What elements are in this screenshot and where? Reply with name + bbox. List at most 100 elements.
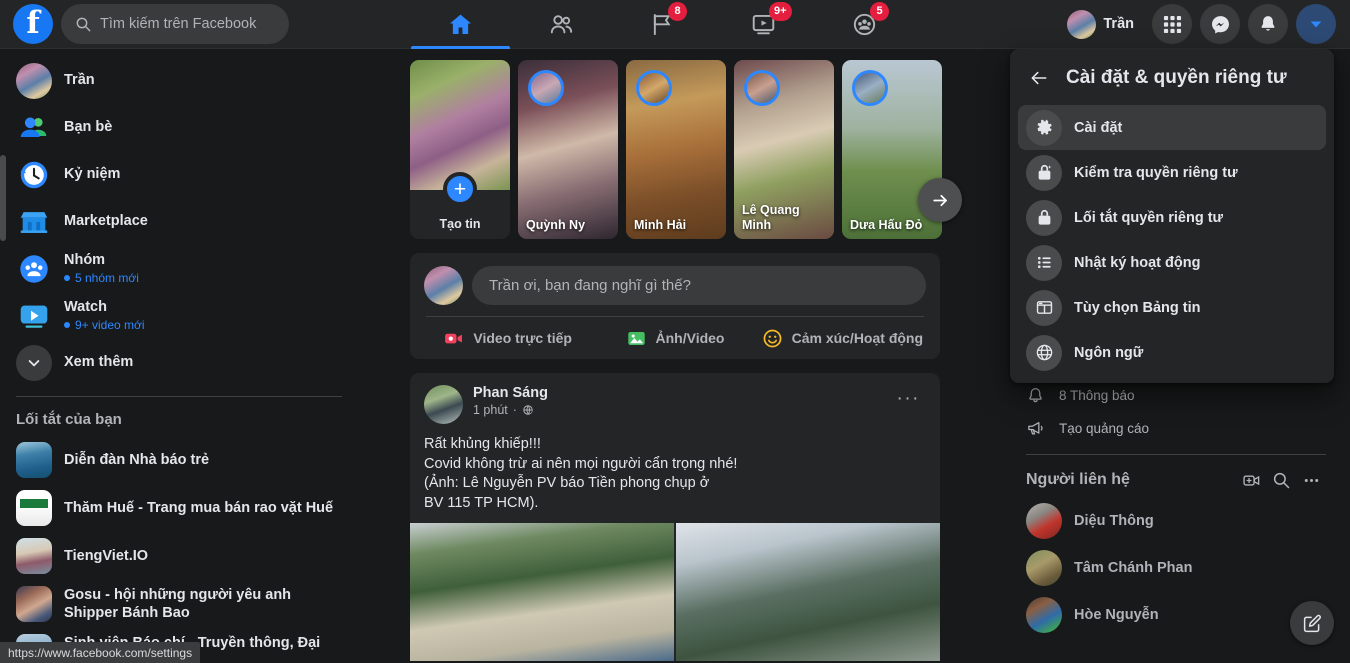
settings-item-activity-log[interactable]: Nhật ký hoạt động [1018, 240, 1326, 285]
list-item[interactable]: Thăm Huế - Trang mua bán rao vặt Huế [8, 484, 352, 532]
story-card[interactable]: Lê Quang Minh [734, 60, 834, 239]
video-room-icon[interactable] [1236, 465, 1266, 495]
live-video-button[interactable]: Video trực tiếp [424, 317, 591, 359]
stories-next-button[interactable] [918, 178, 962, 222]
list-item[interactable]: Hòe Nguyễn [1018, 591, 1334, 638]
settings-item-label: Tùy chọn Bảng tin [1074, 299, 1201, 316]
settings-item-privacy-shortcuts[interactable]: Lối tắt quyền riêng tư [1018, 195, 1326, 240]
post-image[interactable] [676, 523, 940, 662]
nav-tab-friends[interactable] [511, 0, 612, 49]
gear-icon [1026, 109, 1062, 146]
topbar-right-section: Trần [1065, 4, 1350, 44]
nav-tab-home[interactable] [410, 0, 511, 49]
search-input[interactable]: Tìm kiếm trên Facebook [61, 4, 289, 44]
sidebar-item-profile[interactable]: Trần [8, 57, 352, 104]
shortcut-label: Gosu - hội những người yêu anh Shipper B… [64, 587, 292, 622]
sidebar-item-label: Xem thêm [64, 354, 134, 371]
composer-row: Trần ơi, bạn đang nghĩ gì thế? [424, 266, 926, 305]
post-author-name[interactable]: Phan Sáng [473, 385, 891, 401]
topbar-left-section: Tìm kiếm trên Facebook [0, 4, 410, 44]
facebook-logo-icon[interactable] [13, 4, 53, 44]
sidebar-item-memories[interactable]: Kỷ niệm [8, 151, 352, 198]
story-card[interactable]: Quỳnh Ny [518, 60, 618, 239]
story-author: Minh Hải [634, 217, 687, 232]
avatar [1067, 9, 1097, 39]
sidebar-item-label: Trần [64, 72, 95, 89]
list-item[interactable]: Diễn đàn Nhà báo trẻ [8, 436, 352, 484]
composer-actions: Video trực tiếp Ảnh/Video Cảm xúc/Hoạt đ… [424, 317, 926, 359]
sidebar-item-see-more[interactable]: Xem thêm [8, 339, 352, 386]
search-icon[interactable] [1266, 465, 1296, 495]
post-image[interactable] [410, 523, 674, 662]
settings-item-language[interactable]: Ngôn ngữ [1018, 330, 1326, 375]
list-item[interactable]: Gosu - hội những người yêu anh Shipper B… [8, 580, 352, 628]
nav-tab-groups[interactable]: 5 [814, 0, 915, 49]
feeling-activity-button[interactable]: Cảm xúc/Hoạt động [759, 317, 926, 359]
bell-icon [1258, 14, 1278, 34]
settings-item-label: Kiểm tra quyền riêng tư [1074, 164, 1238, 181]
sidebar-item-label: Watch [64, 299, 107, 316]
avatar[interactable] [424, 266, 463, 305]
sidebar-item-groups[interactable]: Nhóm 5 nhóm mới [8, 245, 352, 292]
browser-status-bar: https://www.facebook.com/settings [0, 642, 201, 663]
avatar[interactable] [424, 385, 463, 424]
photo-video-button[interactable]: Ảnh/Video [591, 317, 758, 359]
avatar [852, 70, 888, 106]
account-profile-button[interactable]: Trần [1065, 8, 1144, 41]
list-item[interactable]: Diệu Thông [1018, 497, 1334, 544]
list-item[interactable]: Tâm Chánh Phan [1018, 544, 1334, 591]
settings-item-cai-dat[interactable]: Cài đặt [1018, 105, 1326, 150]
more-options-icon[interactable] [1296, 465, 1326, 495]
top-navigation-bar: Tìm kiếm trên Facebook [0, 0, 1350, 49]
sidebar-item-friends[interactable]: Bạn bè [8, 104, 352, 151]
photo-video-icon [626, 328, 647, 349]
post-time-text: 1 phút [473, 403, 508, 417]
sidebar-scrollbar[interactable] [0, 155, 6, 241]
compose-message-icon [1302, 613, 1323, 634]
sidebar-divider [16, 396, 342, 397]
back-button[interactable] [1022, 61, 1056, 95]
list-icon [1026, 244, 1062, 281]
settings-panel-header: Cài đặt & quyền riêng tư [1018, 57, 1326, 105]
notifications-shortcut[interactable]: 8 Thông báo [1018, 379, 1334, 412]
contacts-header: Người liên hệ [1018, 459, 1334, 497]
post-media-gallery[interactable] [410, 523, 940, 662]
bell-icon [1026, 386, 1045, 405]
create-ad-shortcut[interactable]: Tạo quảng cáo [1018, 412, 1334, 445]
nav-tab-watch[interactable]: 9+ [713, 0, 814, 49]
nav-tab-pages[interactable]: 8 [612, 0, 713, 49]
more-options-icon[interactable]: ··· [891, 385, 926, 412]
story-card[interactable]: Minh Hải [626, 60, 726, 239]
apps-menu-button[interactable] [1152, 4, 1192, 44]
settings-item-label: Cài đặt [1074, 119, 1123, 136]
notifications-shortcut-label: 8 Thông báo [1059, 388, 1135, 403]
new-message-button[interactable] [1290, 601, 1334, 645]
settings-privacy-panel: Cài đặt & quyền riêng tư Cài đặt Kiểm tr… [1010, 49, 1334, 383]
sidebar-item-watch[interactable]: Watch 9+ video mới [8, 292, 352, 339]
composer-placeholder: Trần ơi, bạn đang nghĩ gì thế? [489, 277, 691, 294]
create-ad-label: Tạo quảng cáo [1059, 421, 1150, 436]
sidebar-item-marketplace[interactable]: Marketplace [8, 198, 352, 245]
composer-input[interactable]: Trần ơi, bạn đang nghĩ gì thế? [472, 266, 926, 305]
messenger-button[interactable] [1200, 4, 1240, 44]
sidebar-item-label: Kỷ niệm [64, 166, 121, 183]
messenger-icon [1210, 14, 1231, 35]
megaphone-icon [1026, 419, 1045, 438]
settings-item-privacy-checkup[interactable]: Kiểm tra quyền riêng tư [1018, 150, 1326, 195]
list-item[interactable]: TiengViet.IO [8, 532, 352, 580]
create-story-image [410, 60, 510, 190]
account-name: Trần [1103, 16, 1134, 32]
lock-icon [1026, 199, 1062, 236]
settings-item-newsfeed-prefs[interactable]: Tùy chọn Bảng tin [1018, 285, 1326, 330]
create-story-card[interactable]: + Tạo tin [410, 60, 510, 239]
avatar [744, 70, 780, 106]
shortcut-label: Thăm Huế - Trang mua bán rao vặt Huế [64, 499, 334, 516]
story-author: Lê Quang Minh [742, 203, 800, 232]
account-dropdown-button[interactable] [1296, 4, 1336, 44]
live-video-icon [443, 328, 464, 349]
friends-icon [16, 110, 52, 146]
arrow-right-icon [931, 191, 950, 210]
notifications-button[interactable] [1248, 4, 1288, 44]
avatar [1026, 549, 1062, 586]
contact-name: Tâm Chánh Phan [1074, 559, 1193, 576]
